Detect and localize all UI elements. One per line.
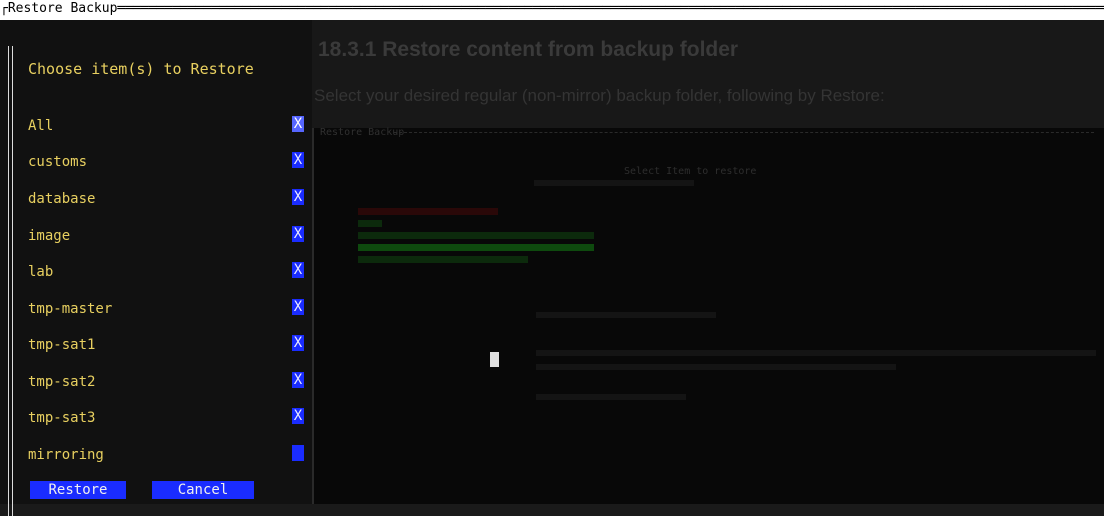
cancel-button[interactable]: Cancel [152,481,254,499]
embedded-screenshot: Restore Backup Select Item to restore [312,127,1104,504]
doc-paragraph: Select your desired regular (non-mirror)… [314,86,885,105]
embedded-faint-line [536,312,716,318]
window-title-bar: ┌Restore Backup═════════════════════════… [0,0,1104,20]
embedded-tree-entry-1 [358,220,382,227]
checkbox-all[interactable]: X [292,116,304,132]
left-border [8,46,13,516]
checkbox-mirroring[interactable] [292,445,304,461]
embedded-title-rule [394,132,1094,133]
restore-button[interactable]: Restore [30,481,126,499]
checkbox-tmp-sat2[interactable]: X [292,372,304,388]
item-label-tmp-sat1[interactable]: tmp-sat1 [28,337,95,353]
checkbox-customs[interactable]: X [292,152,304,168]
embedded-faint-line [536,394,686,400]
checkbox-tmp-sat3[interactable]: X [292,408,304,424]
window-title-prefix: ┌ [0,1,8,16]
checkbox-tmp-master[interactable]: X [292,299,304,315]
doc-section-title: 18.3.1 Restore content from backup folde… [318,38,739,61]
restore-heading: Choose item(s) to Restore [28,60,254,78]
item-label-customs[interactable]: customs [28,154,87,170]
item-label-database[interactable]: database [28,191,95,207]
checkbox-tmp-sat1[interactable]: X [292,335,304,351]
background-document: 18.3.1 Restore content from backup folde… [312,20,1104,504]
embedded-tree-entry-3 [358,256,528,263]
window-title: Restore Backup [7,1,118,16]
embedded-faint-line [536,350,1096,356]
checkbox-image[interactable]: X [292,226,304,242]
item-label-mirroring[interactable]: mirroring [28,447,104,463]
embedded-title: Restore Backup [320,127,405,138]
checkbox-database[interactable]: X [292,189,304,205]
checkbox-lab[interactable]: X [292,262,304,278]
text-cursor [490,352,499,367]
item-label-all[interactable]: All [28,118,53,134]
item-label-tmp-sat3[interactable]: tmp-sat3 [28,410,95,426]
embedded-red-entry [358,208,498,215]
item-label-lab[interactable]: lab [28,264,53,280]
title-rule: ════════════════════════════════════════… [117,1,1104,16]
embedded-select-label: Select Item to restore [624,166,757,177]
embedded-tree-entry-2 [358,232,594,239]
embedded-tree-entry-highlight [358,244,594,251]
item-label-tmp-sat2[interactable]: tmp-sat2 [28,374,95,390]
embedded-faint-line [536,364,896,370]
item-label-image[interactable]: image [28,228,70,244]
left-pane: Choose item(s) to Restore All X customs … [0,20,312,516]
embedded-faint-line [534,180,694,186]
item-label-tmp-master[interactable]: tmp-master [28,301,112,317]
